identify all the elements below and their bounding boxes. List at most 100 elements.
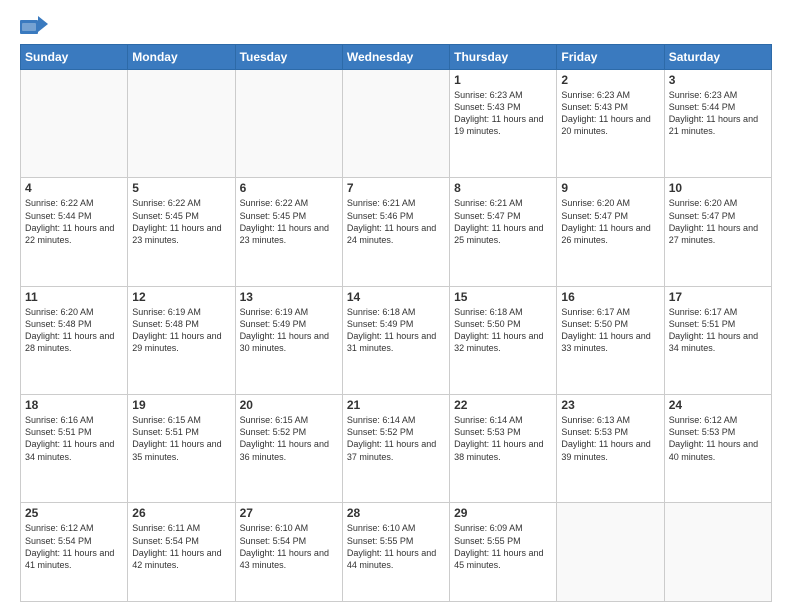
day-info: Sunrise: 6:12 AM Sunset: 5:54 PM Dayligh…	[25, 522, 123, 571]
day-number: 7	[347, 181, 445, 195]
calendar-cell: 16Sunrise: 6:17 AM Sunset: 5:50 PM Dayli…	[557, 286, 664, 394]
day-info: Sunrise: 6:19 AM Sunset: 5:49 PM Dayligh…	[240, 306, 338, 355]
calendar-cell: 24 Sunrise: 6:12 AM Sunset: 5:53 PM Dayli…	[664, 395, 771, 503]
calendar-cell: 8 Sunrise: 6:21 AM Sunset: 5:47 PM Daylig…	[450, 178, 557, 286]
page: SundayMondayTuesdayWednesdayThursdayFrid…	[0, 0, 792, 612]
calendar-cell: 14 Sunrise: 6:18 AM Sunset: 5:49 PM Dayli…	[342, 286, 449, 394]
day-number: 5	[132, 181, 230, 195]
day-info: Sunrise: 6:10 AM Sunset: 5:55 PM Dayligh…	[347, 522, 445, 571]
calendar-cell: 17 Sunrise: 6:17 AM Sunset: 5:51 PM Dayli…	[664, 286, 771, 394]
calendar-cell: 21 Sunrise: 6:14 AM Sunset: 5:52 PM Dayli…	[342, 395, 449, 503]
calendar-cell: 26 Sunrise: 6:11 AM Sunset: 5:54 PM Dayli…	[128, 503, 235, 602]
day-number: 13	[240, 290, 338, 304]
calendar-week-row: 4 Sunrise: 6:22 AM Sunset: 5:44 PM Daylig…	[21, 178, 772, 286]
calendar-week-row: 18 Sunrise: 6:16 AM Sunset: 5:51 PM Dayli…	[21, 395, 772, 503]
day-info: Sunrise: 6:18 AM Sunset: 5:49 PM Dayligh…	[347, 306, 445, 355]
calendar-cell: 12 Sunrise: 6:19 AM Sunset: 5:48 PM Dayli…	[128, 286, 235, 394]
day-number: 29	[454, 506, 552, 520]
calendar-cell: 18 Sunrise: 6:16 AM Sunset: 5:51 PM Dayli…	[21, 395, 128, 503]
day-number: 18	[25, 398, 123, 412]
calendar-table: SundayMondayTuesdayWednesdayThursdayFrid…	[20, 44, 772, 602]
day-info: Sunrise: 6:23 AM Sunset: 5:44 PM Dayligh…	[669, 89, 767, 138]
calendar-week-row: 11 Sunrise: 6:20 AM Sunset: 5:48 PM Dayli…	[21, 286, 772, 394]
column-header-friday: Friday	[557, 45, 664, 70]
calendar-cell: 9Sunrise: 6:20 AM Sunset: 5:47 PM Daylig…	[557, 178, 664, 286]
day-number: 28	[347, 506, 445, 520]
day-info: Sunrise: 6:09 AM Sunset: 5:55 PM Dayligh…	[454, 522, 552, 571]
logo	[20, 16, 52, 38]
day-number: 20	[240, 398, 338, 412]
calendar-week-row: 25 Sunrise: 6:12 AM Sunset: 5:54 PM Dayli…	[21, 503, 772, 602]
column-header-monday: Monday	[128, 45, 235, 70]
day-info: Sunrise: 6:21 AM Sunset: 5:46 PM Dayligh…	[347, 197, 445, 246]
day-number: 12	[132, 290, 230, 304]
day-number: 1	[454, 73, 552, 87]
calendar-cell: 2Sunrise: 6:23 AM Sunset: 5:43 PM Daylig…	[557, 70, 664, 178]
day-info: Sunrise: 6:18 AM Sunset: 5:50 PM Dayligh…	[454, 306, 552, 355]
day-number: 9	[561, 181, 659, 195]
day-info: Sunrise: 6:16 AM Sunset: 5:51 PM Dayligh…	[25, 414, 123, 463]
calendar-header-row: SundayMondayTuesdayWednesdayThursdayFrid…	[21, 45, 772, 70]
day-info: Sunrise: 6:17 AM Sunset: 5:51 PM Dayligh…	[669, 306, 767, 355]
day-number: 4	[25, 181, 123, 195]
day-info: Sunrise: 6:15 AM Sunset: 5:51 PM Dayligh…	[132, 414, 230, 463]
day-number: 24	[669, 398, 767, 412]
calendar-cell	[235, 70, 342, 178]
calendar-cell: 11 Sunrise: 6:20 AM Sunset: 5:48 PM Dayli…	[21, 286, 128, 394]
calendar-cell: 6 Sunrise: 6:22 AM Sunset: 5:45 PM Daylig…	[235, 178, 342, 286]
calendar-cell: 25 Sunrise: 6:12 AM Sunset: 5:54 PM Dayli…	[21, 503, 128, 602]
calendar-cell: 15 Sunrise: 6:18 AM Sunset: 5:50 PM Dayli…	[450, 286, 557, 394]
logo-icon	[20, 16, 48, 38]
day-info: Sunrise: 6:19 AM Sunset: 5:48 PM Dayligh…	[132, 306, 230, 355]
header	[20, 16, 772, 38]
day-info: Sunrise: 6:11 AM Sunset: 5:54 PM Dayligh…	[132, 522, 230, 571]
day-info: Sunrise: 6:21 AM Sunset: 5:47 PM Dayligh…	[454, 197, 552, 246]
calendar-cell: 1 Sunrise: 6:23 AM Sunset: 5:43 PM Daylig…	[450, 70, 557, 178]
calendar-cell: 20Sunrise: 6:15 AM Sunset: 5:52 PM Dayli…	[235, 395, 342, 503]
day-number: 16	[561, 290, 659, 304]
day-info: Sunrise: 6:13 AM Sunset: 5:53 PM Dayligh…	[561, 414, 659, 463]
calendar-cell: 10Sunrise: 6:20 AM Sunset: 5:47 PM Dayli…	[664, 178, 771, 286]
day-info: Sunrise: 6:12 AM Sunset: 5:53 PM Dayligh…	[669, 414, 767, 463]
day-number: 3	[669, 73, 767, 87]
calendar-cell	[342, 70, 449, 178]
day-info: Sunrise: 6:14 AM Sunset: 5:52 PM Dayligh…	[347, 414, 445, 463]
column-header-tuesday: Tuesday	[235, 45, 342, 70]
day-number: 27	[240, 506, 338, 520]
day-number: 23	[561, 398, 659, 412]
day-info: Sunrise: 6:22 AM Sunset: 5:45 PM Dayligh…	[132, 197, 230, 246]
day-number: 21	[347, 398, 445, 412]
calendar-cell: 5 Sunrise: 6:22 AM Sunset: 5:45 PM Daylig…	[128, 178, 235, 286]
column-header-wednesday: Wednesday	[342, 45, 449, 70]
day-number: 6	[240, 181, 338, 195]
calendar-cell: 23 Sunrise: 6:13 AM Sunset: 5:53 PM Dayli…	[557, 395, 664, 503]
day-number: 8	[454, 181, 552, 195]
calendar-cell: 13 Sunrise: 6:19 AM Sunset: 5:49 PM Dayli…	[235, 286, 342, 394]
calendar-week-row: 1 Sunrise: 6:23 AM Sunset: 5:43 PM Daylig…	[21, 70, 772, 178]
day-info: Sunrise: 6:23 AM Sunset: 5:43 PM Dayligh…	[561, 89, 659, 138]
calendar-cell: 4 Sunrise: 6:22 AM Sunset: 5:44 PM Daylig…	[21, 178, 128, 286]
calendar-cell: 22 Sunrise: 6:14 AM Sunset: 5:53 PM Dayli…	[450, 395, 557, 503]
calendar-cell: 3 Sunrise: 6:23 AM Sunset: 5:44 PM Daylig…	[664, 70, 771, 178]
day-number: 17	[669, 290, 767, 304]
day-number: 22	[454, 398, 552, 412]
day-number: 25	[25, 506, 123, 520]
day-info: Sunrise: 6:20 AM Sunset: 5:48 PM Dayligh…	[25, 306, 123, 355]
calendar-cell	[21, 70, 128, 178]
column-header-saturday: Saturday	[664, 45, 771, 70]
day-number: 14	[347, 290, 445, 304]
column-header-thursday: Thursday	[450, 45, 557, 70]
day-number: 10	[669, 181, 767, 195]
calendar-cell	[128, 70, 235, 178]
day-number: 26	[132, 506, 230, 520]
day-info: Sunrise: 6:14 AM Sunset: 5:53 PM Dayligh…	[454, 414, 552, 463]
day-number: 11	[25, 290, 123, 304]
day-number: 19	[132, 398, 230, 412]
day-info: Sunrise: 6:22 AM Sunset: 5:45 PM Dayligh…	[240, 197, 338, 246]
column-header-sunday: Sunday	[21, 45, 128, 70]
calendar-cell: 19 Sunrise: 6:15 AM Sunset: 5:51 PM Dayli…	[128, 395, 235, 503]
calendar-cell: 28 Sunrise: 6:10 AM Sunset: 5:55 PM Dayli…	[342, 503, 449, 602]
day-info: Sunrise: 6:22 AM Sunset: 5:44 PM Dayligh…	[25, 197, 123, 246]
day-info: Sunrise: 6:23 AM Sunset: 5:43 PM Dayligh…	[454, 89, 552, 138]
day-number: 15	[454, 290, 552, 304]
